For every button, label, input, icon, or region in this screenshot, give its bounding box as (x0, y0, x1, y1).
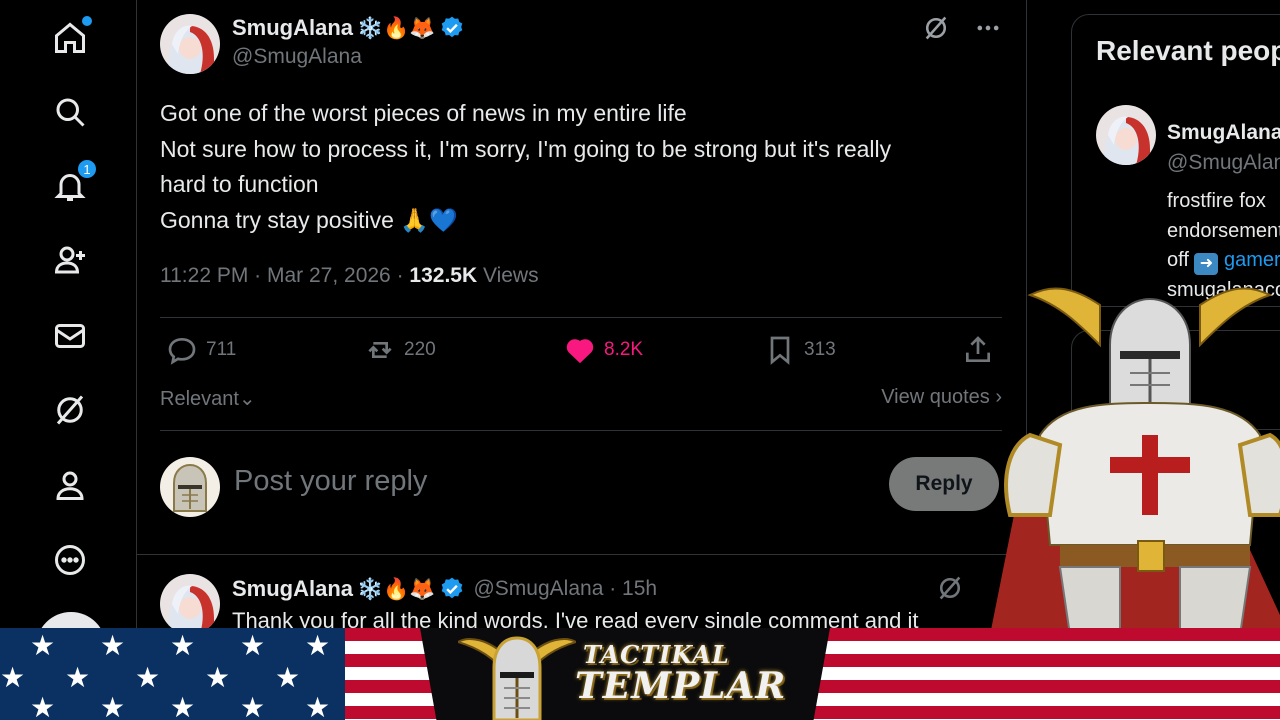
post-action-bar: 711 220 8.2K 313 (160, 334, 1002, 374)
arrow-right-icon: ➜ (1194, 253, 1219, 275)
divider (160, 317, 1002, 318)
verified-badge-icon (442, 577, 463, 599)
sidebar-person-avatar[interactable] (1096, 105, 1156, 165)
star-icon: ★ (30, 692, 56, 720)
templar-helmet-logo-icon (458, 636, 576, 720)
star-icon: ★ (305, 630, 331, 661)
follow-nav-link[interactable] (48, 240, 92, 284)
star-icon: ★ (275, 662, 301, 693)
author-handle[interactable]: @SmugAlana (232, 45, 362, 69)
author-name-row[interactable]: SmugAlana ❄️🔥🦊 (232, 15, 465, 41)
flag-union: ★ ★ ★ ★ ★ ★ ★ ★ ★ ★ ★ ★ ★ ★ ★ (0, 628, 345, 720)
explore-nav-link[interactable] (48, 92, 92, 136)
sidebar-person-handle[interactable]: @SmugAlana (1167, 151, 1280, 175)
bio-line: frostfire fox (1167, 190, 1266, 212)
post-body: Got one of the worst pieces of news in m… (160, 96, 1010, 238)
mail-icon (52, 318, 88, 359)
profile-nav-link[interactable] (48, 465, 92, 509)
bookmark-icon (770, 336, 790, 365)
more-options-icon[interactable] (974, 14, 1002, 47)
divider (160, 430, 1002, 431)
main-column: SmugAlana ❄️🔥🦊 @SmugAlana Got one of the… (137, 0, 1027, 720)
heart-icon (566, 339, 594, 364)
channel-logo-text: TACTIKAL TEMPLAR (575, 640, 786, 707)
post-timestamp[interactable]: 11:22 PM · Mar 27, 2026 · (160, 264, 409, 287)
post-top-actions (922, 14, 1002, 47)
profile-icon (52, 467, 88, 508)
star-icon: ★ (170, 630, 196, 661)
home-notification-dot (82, 16, 92, 26)
home-icon (52, 20, 88, 61)
sort-dropdown[interactable]: Relevant⌄ (160, 388, 256, 410)
relevant-people-card: Relevant people SmugAlana @SmugAlana fro… (1071, 14, 1280, 307)
logo-line-2: TEMPLAR (575, 665, 787, 707)
views-count: 132.5K (409, 264, 478, 287)
star-icon: ★ (135, 662, 161, 693)
author-name: SmugAlana (232, 15, 354, 40)
like-count: 8.2K (604, 339, 644, 360)
reply-action[interactable]: 711 (166, 334, 236, 366)
bio-line: off (1167, 249, 1195, 271)
reply-input[interactable]: Post your reply (234, 465, 427, 498)
home-nav-link[interactable] (48, 16, 92, 62)
star-icon: ★ (170, 692, 196, 720)
star-icon: ★ (305, 692, 331, 720)
bio-line: endorsements (1167, 219, 1280, 242)
repost-action[interactable]: 220 (364, 334, 436, 366)
more-nav-link[interactable] (48, 540, 92, 584)
reply-author-row[interactable]: SmugAlana ❄️🔥🦊 @SmugAlana · 15h (232, 576, 657, 602)
templar-knight-mascot (990, 287, 1280, 635)
bookmark-count: 313 (804, 339, 836, 360)
sidebar-title: Relevant people (1096, 35, 1280, 66)
repost-icon (368, 342, 392, 358)
post-meta: 11:22 PM · Mar 27, 2026 · 132.5K Views (160, 264, 539, 288)
author-emojis: ❄️🔥🦊 (357, 16, 436, 40)
views-label: Views (477, 264, 539, 287)
author-avatar[interactable] (160, 14, 220, 74)
star-icon: ★ (100, 630, 126, 661)
reply-author-emojis: ❄️🔥🦊 (357, 577, 436, 601)
reply-author-name: SmugAlana (232, 576, 354, 601)
post-line: Gonna try stay positive 🙏💙 (160, 206, 458, 233)
follow-icon (52, 242, 88, 283)
post-line: Not sure how to process it, I'm sorry, I… (160, 135, 892, 162)
grok-icon (52, 392, 88, 433)
reply-meta: @SmugAlana · 15h (473, 577, 658, 600)
star-icon: ★ (240, 692, 266, 720)
current-user-avatar[interactable] (160, 457, 220, 517)
post-line: Got one of the worst pieces of news in m… (160, 100, 687, 126)
grok-icon[interactable] (922, 14, 950, 47)
channel-banner: ★ ★ ★ ★ ★ ★ ★ ★ ★ ★ ★ ★ ★ ★ ★ TACTIKAL T… (0, 628, 1280, 720)
repost-count: 220 (404, 339, 436, 360)
reply-sort-row: Relevant⌄ View quotes › (160, 386, 1002, 411)
post-line: hard to function (160, 171, 319, 197)
star-icon: ★ (100, 692, 126, 720)
reply-count: 711 (206, 339, 237, 360)
left-nav: 1 (0, 0, 137, 720)
more-icon (52, 542, 88, 583)
grok-nav-link[interactable] (48, 390, 92, 434)
star-icon: ★ (65, 662, 91, 693)
reply-icon (168, 337, 196, 365)
like-action[interactable]: 8.2K (564, 334, 643, 366)
star-icon: ★ (0, 662, 26, 693)
bio-link[interactable]: gamers (1224, 249, 1280, 271)
messages-nav-link[interactable] (48, 316, 92, 360)
sidebar-person-name[interactable]: SmugAlana (1167, 121, 1280, 145)
notification-badge: 1 (76, 158, 98, 180)
reply-author-avatar[interactable] (160, 574, 220, 634)
notifications-nav-link[interactable]: 1 (48, 158, 98, 210)
star-icon: ★ (240, 630, 266, 661)
star-icon: ★ (30, 630, 56, 661)
search-icon (52, 94, 88, 135)
star-icon: ★ (205, 662, 231, 693)
divider (137, 554, 1026, 555)
verified-badge-icon (442, 16, 463, 38)
bookmark-action[interactable]: 313 (764, 334, 836, 366)
